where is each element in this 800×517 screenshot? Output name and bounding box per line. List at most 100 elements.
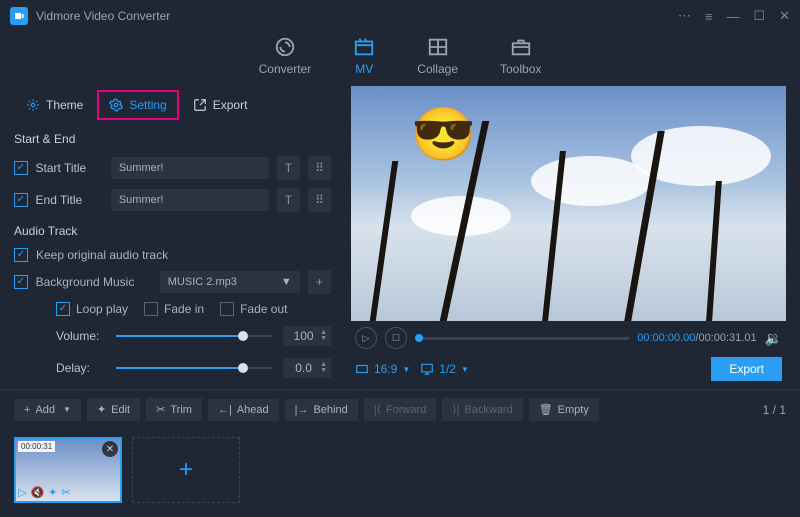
delay-down-icon[interactable]: ▼ [320, 368, 327, 374]
clip-edit-icon[interactable]: ✦ [48, 486, 57, 499]
tab-setting[interactable]: Setting [97, 90, 178, 120]
tab-export[interactable]: Export [183, 90, 258, 120]
timeline-scrubber[interactable] [415, 337, 629, 340]
edit-button[interactable]: ✦Edit [87, 398, 140, 421]
section-audio-track: Audio Track [0, 216, 345, 244]
fadein-label: Fade in [164, 302, 204, 316]
add-clip-slot[interactable]: + [132, 437, 240, 503]
start-title-label: Start Title [36, 161, 103, 175]
start-title-input[interactable] [111, 157, 269, 179]
scissors-icon: ✂ [156, 403, 165, 416]
volume-down-icon[interactable]: ▼ [320, 336, 327, 342]
clip-strip: 00:00:31 ✕ ▷ 🔇 ✦ ✂ + [0, 429, 800, 517]
play-button[interactable]: ▷ [355, 327, 377, 349]
app-title: Vidmore Video Converter [36, 9, 678, 23]
ahead-button[interactable]: ←|Ahead [208, 399, 279, 421]
settings-panel: Theme Setting Export Start & End Start T… [0, 86, 345, 389]
top-nav: Converter MV Collage Toolbox [0, 32, 800, 86]
time-total: /00:00:31.01 [695, 332, 756, 344]
behind-icon: |→ [295, 404, 309, 416]
start-title-options-button[interactable]: ⠿ [308, 156, 331, 180]
stop-button[interactable]: ☐ [385, 327, 407, 349]
clip-mute-icon[interactable]: 🔇 [30, 486, 44, 499]
plus-icon: + [24, 404, 30, 416]
volume-value-box[interactable]: 100▲▼ [283, 326, 331, 346]
nav-converter-label: Converter [259, 62, 312, 76]
chevron-down-icon: ▼ [63, 405, 71, 414]
keep-audio-label: Keep original audio track [36, 248, 168, 262]
section-start-end: Start & End [0, 124, 345, 152]
clip-trim-icon[interactable]: ✂ [61, 486, 70, 499]
tab-theme-label: Theme [46, 98, 83, 112]
menu-icon[interactable]: ≡ [705, 9, 713, 24]
empty-button[interactable]: 🗑Empty [529, 398, 599, 421]
end-title-label: End Title [36, 193, 103, 207]
page-indicator: 1 / 1 [763, 403, 786, 417]
volume-icon[interactable]: 🔉 [765, 330, 782, 347]
add-button[interactable]: +Add▼ [14, 399, 81, 421]
minimize-icon[interactable]: — [726, 9, 739, 24]
forward-button[interactable]: |⟨Forward [364, 398, 437, 421]
ahead-icon: ←| [218, 404, 232, 416]
bg-music-value: MUSIC 2.mp3 [168, 276, 237, 288]
converter-icon [274, 36, 296, 58]
collage-icon [427, 36, 449, 58]
loop-checkbox[interactable] [56, 302, 70, 316]
nav-mv[interactable]: MV [353, 36, 375, 76]
nav-converter[interactable]: Converter [259, 36, 312, 76]
feedback-icon[interactable]: ⋯ [678, 8, 691, 24]
chevron-down-icon: ▼ [402, 365, 410, 374]
mv-icon [353, 36, 375, 58]
tab-theme[interactable]: Theme [16, 90, 93, 120]
end-title-text-style-button[interactable]: T [277, 188, 300, 212]
nav-collage[interactable]: Collage [417, 36, 458, 76]
trash-icon: 🗑 [539, 403, 553, 416]
aspect-ratio-dropdown[interactable]: 16:9 ▼ [355, 362, 410, 376]
end-title-checkbox[interactable] [14, 193, 28, 207]
delay-value-box[interactable]: 0.0▲▼ [283, 358, 331, 378]
maximize-icon[interactable]: ☐ [753, 8, 765, 24]
tab-export-label: Export [213, 98, 248, 112]
nav-mv-label: MV [355, 62, 373, 76]
nav-collage-label: Collage [417, 62, 458, 76]
fadeout-checkbox[interactable] [220, 302, 234, 316]
loop-label: Loop play [76, 302, 128, 316]
remove-clip-button[interactable]: ✕ [102, 441, 118, 457]
fadein-checkbox[interactable] [144, 302, 158, 316]
behind-button[interactable]: |→Behind [285, 399, 358, 421]
clip-toolbar: +Add▼ ✦Edit ✂Trim ←|Ahead |→Behind |⟨For… [0, 389, 800, 429]
delay-slider[interactable] [116, 361, 273, 375]
titlebar: Vidmore Video Converter ⋯ ≡ — ☐ ✕ [0, 0, 800, 32]
tab-setting-label: Setting [129, 98, 166, 112]
screen-size-dropdown[interactable]: 1/2 ▼ [420, 362, 469, 376]
close-icon[interactable]: ✕ [779, 8, 790, 24]
volume-slider[interactable] [116, 329, 273, 343]
bg-music-label: Background Music [36, 275, 152, 289]
edit-icon: ✦ [97, 403, 106, 416]
clip-thumbnail[interactable]: 00:00:31 ✕ ▷ 🔇 ✦ ✂ [14, 437, 122, 503]
start-title-checkbox[interactable] [14, 161, 28, 175]
volume-label: Volume: [56, 329, 106, 343]
nav-toolbox[interactable]: Toolbox [500, 36, 541, 76]
bg-music-dropdown[interactable]: MUSIC 2.mp3 ▼ [160, 271, 300, 293]
keep-audio-checkbox[interactable] [14, 248, 28, 262]
nav-toolbox-label: Toolbox [500, 62, 541, 76]
time-current: 00:00:00.00 [637, 332, 695, 344]
video-preview: 😎 [351, 86, 786, 321]
end-title-input[interactable] [111, 189, 269, 211]
add-music-button[interactable]: + [308, 270, 331, 294]
export-button[interactable]: Export [711, 357, 782, 381]
end-title-options-button[interactable]: ⠿ [308, 188, 331, 212]
fadeout-label: Fade out [240, 302, 287, 316]
trim-button[interactable]: ✂Trim [146, 398, 202, 421]
backward-icon: ⟩| [452, 403, 459, 416]
bg-music-checkbox[interactable] [14, 275, 28, 289]
forward-icon: |⟨ [374, 403, 381, 416]
clip-duration: 00:00:31 [18, 441, 55, 452]
clip-play-icon[interactable]: ▷ [18, 486, 26, 499]
start-title-text-style-button[interactable]: T [277, 156, 300, 180]
delay-label: Delay: [56, 361, 106, 375]
sun-sticker-icon: 😎 [411, 104, 476, 165]
backward-button[interactable]: ⟩|Backward [442, 398, 522, 421]
chevron-down-icon: ▼ [281, 276, 292, 288]
